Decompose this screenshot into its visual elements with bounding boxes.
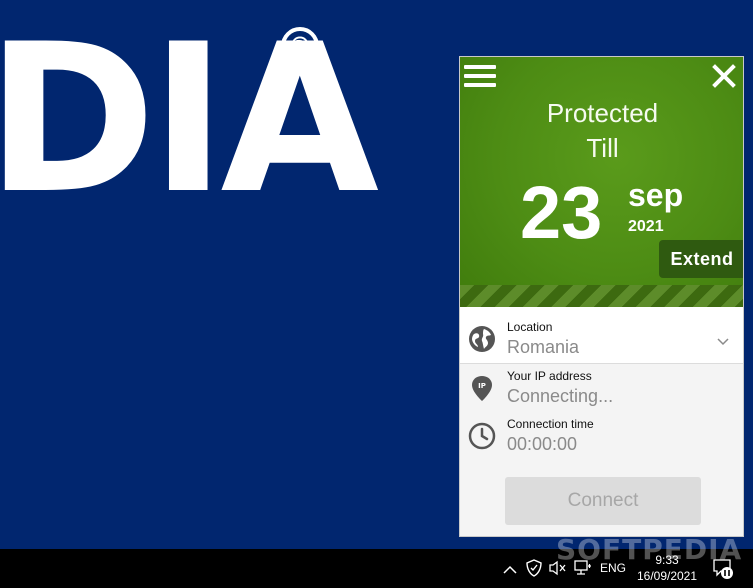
- connection-time-row: Connection time 00:00:00: [460, 412, 743, 460]
- location-selector[interactable]: Location Romania: [460, 315, 743, 364]
- protection-header: Protected Till 23 sep 2021 Extend: [460, 57, 743, 307]
- clock-icon: [468, 422, 496, 450]
- shield-tray-icon[interactable]: [526, 559, 542, 582]
- chevron-up-icon[interactable]: [503, 562, 517, 580]
- close-icon[interactable]: [709, 61, 739, 91]
- vpn-window: Protected Till 23 sep 2021 Extend Locati…: [459, 56, 744, 537]
- connection-time-value: 00:00:00: [507, 434, 578, 454]
- till-label: Till: [586, 133, 619, 163]
- location-label: Location: [507, 320, 553, 334]
- location-value: Romania: [507, 337, 580, 357]
- expiry-year: 2021: [628, 218, 664, 235]
- softpedia-watermark: SOFTPEDIA: [556, 533, 743, 566]
- clock-date: 16/09/2021: [636, 569, 698, 583]
- striped-divider: [460, 285, 743, 307]
- globe-icon: [468, 325, 496, 353]
- ip-label: Your IP address: [507, 369, 592, 383]
- expiry-month: sep: [628, 177, 684, 213]
- extend-button[interactable]: Extend: [659, 240, 743, 278]
- protected-label: Protected: [546, 98, 659, 128]
- chevron-down-icon: [717, 333, 729, 351]
- ip-address-row: IP Your IP address Connecting...: [460, 364, 743, 412]
- svg-text:IP: IP: [478, 382, 486, 390]
- registered-mark: ®: [281, 27, 319, 65]
- expiry-day: 23: [520, 171, 603, 254]
- ip-value: Connecting...: [507, 386, 614, 406]
- hamburger-menu-icon[interactable]: [464, 65, 496, 89]
- connect-button[interactable]: Connect: [505, 477, 701, 525]
- connection-time-label: Connection time: [507, 417, 594, 431]
- ip-pin-icon: IP: [468, 374, 496, 402]
